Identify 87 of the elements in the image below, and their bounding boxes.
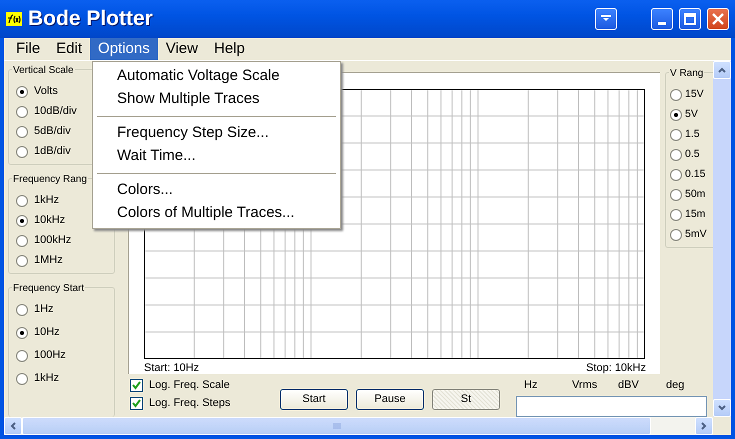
radio-button[interactable] — [670, 88, 682, 100]
group-title: V Rang — [669, 66, 704, 81]
action-button[interactable]: Pause — [356, 389, 424, 410]
stop-label: Stop: 10kHz — [586, 361, 646, 376]
radio-button[interactable] — [16, 86, 28, 98]
radio-button[interactable] — [16, 106, 28, 118]
radio-label: 1MHz — [34, 253, 63, 268]
scroll-left-button[interactable] — [4, 417, 22, 435]
menu-item[interactable]: Help — [206, 38, 253, 60]
radio-label: 5dB/div — [34, 124, 71, 140]
radio-label: 5mV — [685, 226, 707, 242]
column-header: dBV — [618, 378, 640, 393]
radio-label: 1.5 — [685, 126, 700, 142]
radio-label: Volts — [34, 84, 58, 100]
menu-item[interactable]: Options — [90, 38, 158, 60]
maximize-button[interactable] — [679, 8, 701, 30]
radio-button[interactable] — [16, 350, 28, 362]
scroll-down-button[interactable] — [713, 399, 731, 417]
checkbox[interactable] — [130, 379, 143, 392]
radio-label: 1kHz — [34, 193, 60, 208]
checkbox-label: Log. Freq. Steps — [149, 396, 230, 412]
radio-label: 0.5 — [685, 146, 700, 162]
radio-button[interactable] — [16, 146, 28, 158]
menu-item[interactable]: Wait Time... — [93, 145, 340, 168]
radio-button[interactable] — [16, 304, 28, 316]
radio-label: 10kHz — [34, 213, 66, 228]
radio-button[interactable] — [670, 228, 682, 240]
scroll-thumb[interactable] — [22, 417, 651, 435]
radio-label: 50m — [685, 186, 706, 202]
radio-button[interactable] — [16, 126, 28, 138]
radio-label: 10dB/div — [34, 104, 77, 120]
radio-label: 100Hz — [34, 348, 66, 364]
menu-item[interactable]: Edit — [48, 38, 90, 60]
radio-label: 15V — [685, 86, 704, 102]
column-header: deg — [666, 378, 686, 393]
radio-button[interactable] — [16, 254, 28, 266]
start-label: Start: 10Hz — [144, 361, 200, 376]
menu-item[interactable]: Frequency Step Size... — [93, 122, 340, 145]
maximize-icon — [684, 13, 696, 25]
column-header: Hz — [524, 378, 538, 393]
app-icon — [6, 12, 22, 26]
radio-label: 1Hz — [34, 302, 54, 318]
radio-button[interactable] — [16, 326, 28, 338]
radio-label: 15m — [685, 206, 706, 222]
radio-label: 5V — [685, 106, 698, 122]
chevron-right-icon — [701, 422, 707, 430]
group-title: Frequency Start — [12, 281, 86, 296]
chevron-left-icon — [10, 422, 16, 430]
radio-button[interactable] — [16, 194, 28, 206]
radio-button[interactable] — [670, 128, 682, 140]
minimize-icon — [658, 22, 666, 24]
radio-label: 10Hz — [34, 325, 60, 340]
menu-item[interactable]: Colors of Multiple Traces... — [93, 202, 340, 225]
window-title: Bode Plotter — [28, 6, 154, 32]
chevron-up-icon — [718, 67, 726, 73]
menu-item[interactable]: Automatic Voltage Scale — [93, 65, 340, 88]
scroll-up-button[interactable] — [713, 61, 731, 79]
dropdown-arrow-icon — [601, 15, 611, 23]
minimize-button[interactable] — [651, 8, 673, 30]
menu-item[interactable]: Show Multiple Traces — [93, 88, 340, 111]
action-button[interactable]: St — [432, 389, 500, 410]
checkbox-label: Log. Freq. Scale — [149, 378, 230, 394]
radio-label: 100kHz — [34, 233, 72, 248]
radio-label: 1dB/div — [34, 144, 71, 160]
column-header: Vrms — [572, 378, 598, 393]
radio-button[interactable] — [670, 168, 682, 180]
radio-button[interactable] — [670, 188, 682, 200]
radio-button[interactable] — [670, 208, 682, 220]
group-title: Frequency Rang — [12, 172, 88, 187]
close-button[interactable] — [707, 8, 729, 30]
radio-button[interactable] — [16, 234, 28, 246]
radio-button[interactable] — [670, 108, 682, 120]
close-icon — [712, 13, 724, 25]
menu-item[interactable]: File — [8, 38, 48, 60]
vertical-scrollbar[interactable] — [713, 61, 731, 417]
menu-item[interactable]: Colors... — [93, 179, 340, 202]
radio-label: 1kHz — [34, 371, 60, 386]
action-button[interactable]: Start — [280, 389, 348, 410]
radio-button[interactable] — [16, 214, 28, 226]
radio-label: 0.15 — [685, 166, 706, 182]
chevron-down-icon — [718, 405, 726, 411]
menu-item[interactable]: View — [158, 38, 206, 60]
menu-button[interactable] — [595, 8, 617, 30]
checkbox[interactable] — [130, 397, 143, 410]
scroll-right-button[interactable] — [695, 417, 713, 435]
radio-button[interactable] — [16, 372, 28, 384]
radio-button[interactable] — [670, 148, 682, 160]
